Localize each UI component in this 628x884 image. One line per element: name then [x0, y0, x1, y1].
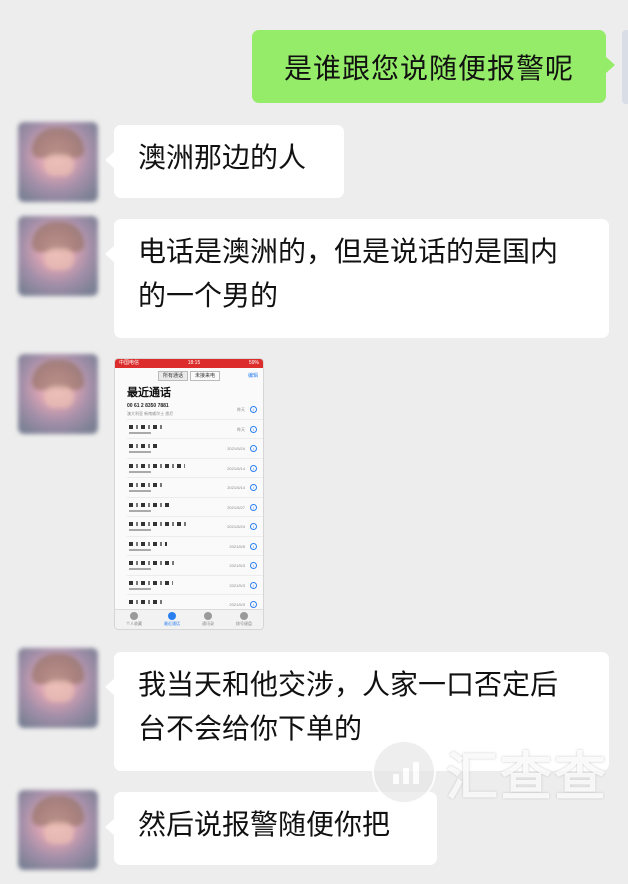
call-date: 2021/5/3	[229, 582, 245, 588]
call-date: 2021/5/3	[229, 563, 245, 568]
call-row: 2021/5/24 i	[127, 439, 263, 459]
message-text: 是谁跟您说随便报警呢	[283, 51, 574, 85]
watermark-text: 汇查查	[446, 747, 609, 808]
contact-avatar[interactable]	[18, 354, 98, 434]
info-icon: i	[250, 503, 257, 511]
redacted-number	[129, 483, 163, 487]
call-row: 00 61 2 8350 7881 澳大利亚 新南威尔士 悉尼 昨天 i	[127, 400, 263, 420]
redacted-sub	[129, 529, 151, 531]
contact-avatar[interactable]	[18, 122, 98, 202]
tab-recents: 最近通话	[164, 612, 180, 627]
edit-link: 编辑	[247, 373, 258, 379]
call-number: 00 61 2 8350 7881	[127, 403, 169, 409]
call-date: 昨天	[237, 407, 245, 412]
redacted-sub	[129, 548, 151, 551]
redacted-sub	[129, 490, 151, 492]
info-icon: i	[250, 425, 257, 433]
call-row: 2021/5/14 i	[127, 478, 263, 498]
redacted-sub	[129, 451, 151, 453]
info-icon: i	[250, 484, 257, 491]
phone-tab-bar: 个人收藏 最近通话 通讯录 拨号键盘	[115, 609, 263, 629]
status-time: 18:15	[187, 360, 201, 366]
call-filter-segment: 所有通话 未接来电	[115, 371, 263, 381]
image-message-thumbnail[interactable]: 中国电信 18:15 59% 所有通话 未接来电 编辑 最近通话 00 61 2…	[114, 358, 264, 630]
star-icon	[130, 612, 138, 620]
redacted-sub	[129, 431, 151, 434]
keypad-icon	[240, 612, 248, 620]
chat-window: 是谁跟您说随便报警呢 澳洲那边的人 电话是澳洲的，但是说话的是国内的一个男的 中…	[0, 0, 628, 884]
outgoing-message-bubble[interactable]: 是谁跟您说随便报警呢	[252, 30, 615, 103]
info-icon: i	[250, 562, 257, 569]
call-row: 2021/5/24 i	[127, 517, 263, 537]
redacted-number	[129, 424, 165, 429]
message-text: 澳洲那边的人	[138, 141, 307, 174]
call-row: 2021/5/3 i	[127, 576, 263, 595]
call-row: 2021/5/5 i	[127, 537, 263, 556]
call-date: 2021/5/24	[227, 524, 245, 529]
watermark-chart-icon	[372, 740, 436, 804]
battery-label: 59%	[248, 360, 259, 366]
info-icon: i	[250, 581, 257, 589]
contact-avatar[interactable]	[18, 216, 98, 296]
redacted-sub	[129, 587, 151, 590]
redacted-number	[129, 600, 165, 604]
redacted-sub	[129, 509, 151, 512]
clock-icon	[168, 612, 176, 620]
call-date: 2021/5/14	[227, 465, 245, 471]
redacted-sub	[129, 568, 151, 570]
call-row: 昨天 i	[127, 420, 263, 439]
redacted-number	[129, 580, 173, 585]
tab-contacts: 通讯录	[202, 612, 214, 627]
tab-keypad: 拨号键盘	[236, 612, 252, 627]
redacted-number	[129, 541, 167, 546]
contact-avatar[interactable]	[18, 790, 98, 870]
call-date: 2021/5/3	[229, 602, 245, 607]
call-date: 2021/5/24	[227, 446, 245, 451]
call-date: 2021/5/5	[229, 543, 245, 549]
info-icon: i	[250, 464, 257, 472]
incoming-message-bubble[interactable]: 电话是澳洲的，但是说话的是国内的一个男的	[105, 219, 609, 338]
redacted-number	[129, 561, 175, 565]
person-icon	[204, 612, 212, 620]
info-icon: i	[250, 542, 257, 550]
carrier-label: 中国电信	[119, 360, 140, 366]
message-text: 然后说报警随便你把	[138, 808, 391, 841]
contact-avatar[interactable]	[18, 648, 98, 728]
info-icon: i	[250, 406, 257, 413]
segment-missed-calls: 未接来电	[190, 371, 221, 381]
call-location: 澳大利亚 新南威尔士 悉尼	[127, 411, 174, 416]
watermark: 汇查查	[372, 732, 622, 812]
message-text: 电话是澳洲的，但是说话的是国内的一个男的	[138, 235, 559, 312]
call-row: 2021/5/3 i	[127, 556, 263, 576]
incoming-message-bubble[interactable]: 澳洲那边的人	[105, 125, 344, 198]
redacted-number	[129, 522, 187, 526]
segment-all-calls: 所有通话	[157, 371, 188, 381]
recents-title: 最近通话	[127, 387, 171, 399]
info-icon: i	[250, 601, 257, 608]
tab-favorites: 个人收藏	[126, 612, 142, 627]
redacted-number	[129, 502, 169, 507]
phone-status-bar: 中国电信 18:15 59%	[115, 359, 263, 368]
call-row: 2021/5/27 i	[127, 498, 263, 517]
info-icon: i	[250, 445, 257, 452]
call-row: 2021/5/14 i	[127, 459, 263, 478]
call-date: 昨天	[237, 426, 245, 432]
call-date: 2021/5/14	[227, 485, 245, 490]
my-avatar[interactable]	[622, 30, 628, 104]
redacted-number	[129, 463, 185, 468]
info-icon: i	[250, 523, 257, 530]
redacted-number	[129, 444, 159, 448]
redacted-sub	[129, 470, 151, 473]
call-date: 2021/5/27	[227, 504, 245, 510]
